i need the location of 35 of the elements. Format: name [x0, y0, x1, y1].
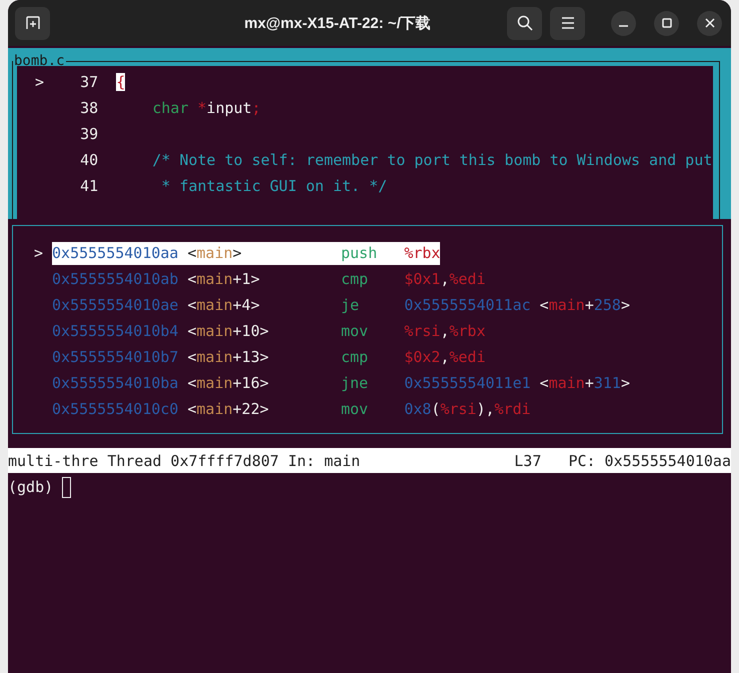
- thread-info: multi-thre Thread 0x7ffff7d807 In: main: [8, 452, 360, 470]
- line-number: 37: [79, 73, 98, 91]
- line-number: 38: [79, 99, 98, 117]
- current-instruction-marker: >: [34, 244, 44, 262]
- new-tab-icon: [24, 15, 40, 31]
- minimize-button[interactable]: [611, 10, 636, 36]
- maximize-icon: [662, 18, 672, 28]
- code-line: char *input;: [151, 99, 261, 117]
- line-number: 39: [79, 125, 98, 143]
- close-icon: [704, 18, 714, 28]
- instruction-row[interactable]: 0x5555554010b4 <main+10> mov %rsi,%rbx: [52, 320, 486, 342]
- instruction-row[interactable]: 0x5555554010ab <main+1> cmp $0x1,%edi: [52, 268, 486, 290]
- line-indicator: L37: [514, 452, 542, 470]
- maximize-button[interactable]: [654, 10, 679, 36]
- code-line: * fantastic GUI on it. */: [160, 177, 388, 195]
- code-line: /* Note to self: remember to port this bomb to Windows and put: [151, 151, 712, 169]
- text-cursor: [62, 476, 72, 498]
- menu-button[interactable]: [550, 6, 585, 40]
- new-tab-button[interactable]: [15, 6, 50, 40]
- current-line-marker: >: [35, 73, 44, 91]
- window-title: mx@mx-X15-AT-22: ~/下载: [243, 14, 432, 32]
- instruction-row[interactable]: 0x5555554010b7 <main+13> cmp $0x2,%edi: [52, 346, 486, 368]
- line-number: 40: [79, 151, 98, 169]
- instruction-row[interactable]: 0x5555554010ae <main+4> je 0x5555554011ac <main+258>: [52, 294, 630, 316]
- gdb-prompt: (gdb): [8, 478, 54, 496]
- menu-icon: [560, 17, 574, 29]
- line-number: 41: [79, 177, 98, 195]
- instruction-row[interactable]: 0x5555554010c0 <main+22> mov 0x8(%rsi),%rdi: [52, 398, 531, 420]
- minimize-icon: [619, 25, 628, 27]
- program-counter: PC: 0x5555554010aa: [568, 452, 731, 470]
- search-button[interactable]: [507, 6, 542, 40]
- instruction-row[interactable]: 0x5555554010ba <main+16> jne 0x5555554011e1 <main+311>: [52, 372, 630, 394]
- search-icon: [516, 15, 532, 31]
- close-button[interactable]: [697, 10, 722, 36]
- instruction-row[interactable]: 0x5555554010aa <main> push %rbx: [52, 242, 440, 264]
